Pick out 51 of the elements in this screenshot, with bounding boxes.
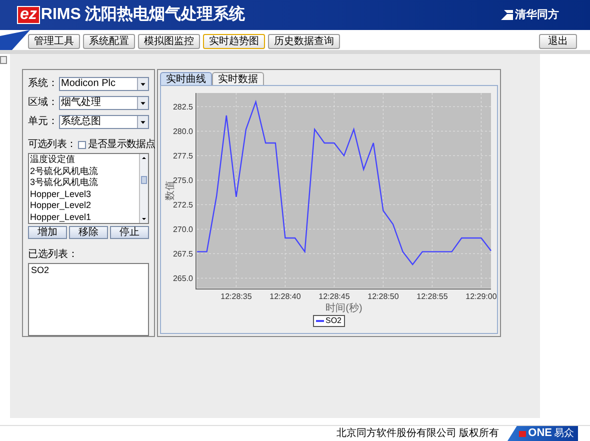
show-points-label: 是否显示数据点 bbox=[88, 138, 156, 152]
legend-label: SO2 bbox=[325, 315, 342, 327]
y-tick-label: 270.0 bbox=[172, 225, 193, 234]
y-tick-label: 282.5 bbox=[172, 102, 193, 112]
list-item[interactable]: 温度设定值 bbox=[30, 154, 139, 166]
x-tick-label: 12:28:45 bbox=[318, 292, 350, 301]
footer-logo-text: ONE bbox=[528, 426, 552, 441]
available-list-label: 可选列表： bbox=[28, 138, 76, 152]
action-button[interactable]: 增加 bbox=[28, 226, 67, 239]
y-tick-label: 277.5 bbox=[172, 152, 193, 161]
x-tick-label: 12:28:35 bbox=[220, 292, 252, 301]
x-tick-label: 12:29:00 bbox=[466, 292, 497, 301]
chart-tab[interactable]: 实时数据 bbox=[212, 72, 264, 85]
filter-dropdown[interactable]: 系统总图 bbox=[59, 114, 149, 128]
filter-label: 区域： bbox=[28, 96, 58, 110]
filter-label: 系统： bbox=[28, 76, 58, 91]
filter-dropdown[interactable]: 烟气处理 bbox=[59, 96, 149, 110]
exit-button[interactable]: 退出 bbox=[539, 34, 577, 49]
list-item[interactable]: Hopper_Level3 bbox=[30, 188, 139, 200]
x-axis-title: 时间(秒) bbox=[326, 303, 362, 314]
x-tick-label: 12:28:50 bbox=[368, 292, 399, 301]
action-button[interactable]: 停止 bbox=[110, 226, 149, 239]
app-title: 沈阳热电烟气处理系统 bbox=[84, 4, 245, 25]
y-tick-label: 280.0 bbox=[172, 127, 193, 136]
x-tick-label: 12:28:55 bbox=[416, 292, 448, 301]
list-item[interactable]: Hopper_Level1 bbox=[30, 212, 139, 223]
available-list[interactable]: 温度设定值 2号硫化风机电流 3号硫化风机电流 Hopper_Level3 Hopper_Level2 Hopper_Level1 bbox=[28, 153, 149, 224]
nav-tab[interactable]: 系统配置 bbox=[83, 34, 135, 49]
chart-tab[interactable]: 实时曲线 bbox=[160, 72, 212, 85]
list-item[interactable]: 2号硫化风机电流 bbox=[30, 166, 139, 177]
x-tick-label: 12:28:40 bbox=[270, 292, 301, 301]
filter-label: 单元： bbox=[28, 114, 58, 129]
logo-rims: RIMS bbox=[40, 5, 81, 25]
selected-list[interactable]: SO2 bbox=[28, 263, 149, 336]
copyright-text: 北京同方软件股份有限公司 版权所有 bbox=[336, 426, 500, 441]
y-tick-label: 267.5 bbox=[172, 250, 193, 259]
y-tick-label: 272.5 bbox=[172, 200, 193, 210]
nav-tab[interactable]: 管理工具 bbox=[28, 34, 80, 49]
list-item[interactable]: 3号硫化风机电流 bbox=[30, 177, 139, 188]
nav-tab[interactable]: 实时趋势图 bbox=[203, 34, 265, 49]
action-button[interactable]: 移除 bbox=[69, 226, 108, 239]
y-tick-label: 265.0 bbox=[172, 274, 193, 284]
filter-dropdown[interactable]: Modicon Plc bbox=[59, 76, 149, 90]
list-item[interactable]: Hopper_Level2 bbox=[30, 200, 139, 212]
nav-tab[interactable]: 模拟图监控 bbox=[138, 34, 200, 49]
selected-list-label: 已选列表： bbox=[28, 248, 79, 262]
logo-ez: ez bbox=[17, 6, 40, 24]
footer-logo-subtext: 易众 bbox=[554, 427, 574, 441]
list-item[interactable]: SO2 bbox=[31, 265, 148, 276]
nav-tab[interactable]: 历史数据查询 bbox=[268, 34, 340, 49]
brand-name: 清华同方 bbox=[515, 8, 559, 23]
